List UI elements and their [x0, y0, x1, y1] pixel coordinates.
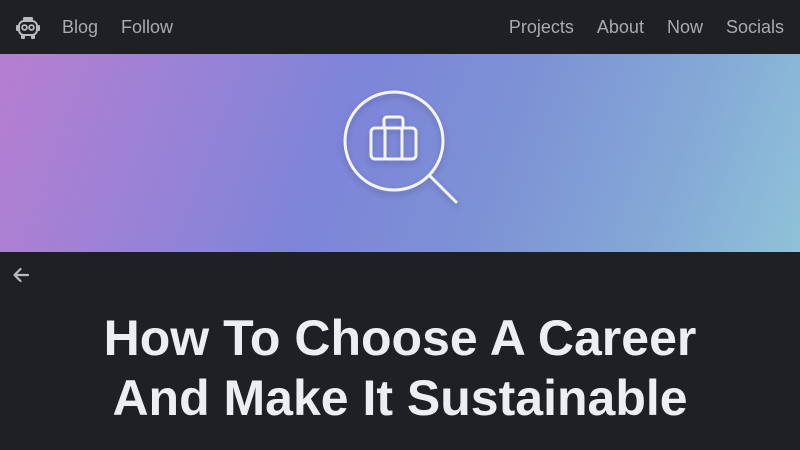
top-navigation-bar: Blog Follow Projects About Now Socials	[0, 0, 800, 54]
article-title-line-2: And Make It Sustainable	[112, 370, 688, 426]
hero-banner	[0, 54, 800, 252]
arrow-left-icon	[13, 267, 30, 283]
nav-link-blog[interactable]: Blog	[62, 17, 98, 38]
site-logo[interactable]	[14, 14, 42, 42]
nav-link-projects[interactable]: Projects	[509, 17, 574, 38]
nav-link-follow[interactable]: Follow	[121, 17, 173, 38]
back-button[interactable]	[10, 264, 32, 286]
nav-link-socials[interactable]: Socials	[726, 17, 784, 38]
nav-link-about[interactable]: About	[597, 17, 644, 38]
secondary-nav: Projects About Now Socials	[509, 0, 784, 54]
magnifier-briefcase-icon	[343, 90, 458, 204]
article-title-line-1: How To Choose A Career	[103, 310, 697, 366]
primary-nav: Blog Follow	[62, 0, 196, 54]
nav-link-now[interactable]: Now	[667, 17, 703, 38]
article-title: How To Choose A Career And Make It Susta…	[0, 308, 800, 428]
robot-logo-icon	[16, 17, 40, 39]
